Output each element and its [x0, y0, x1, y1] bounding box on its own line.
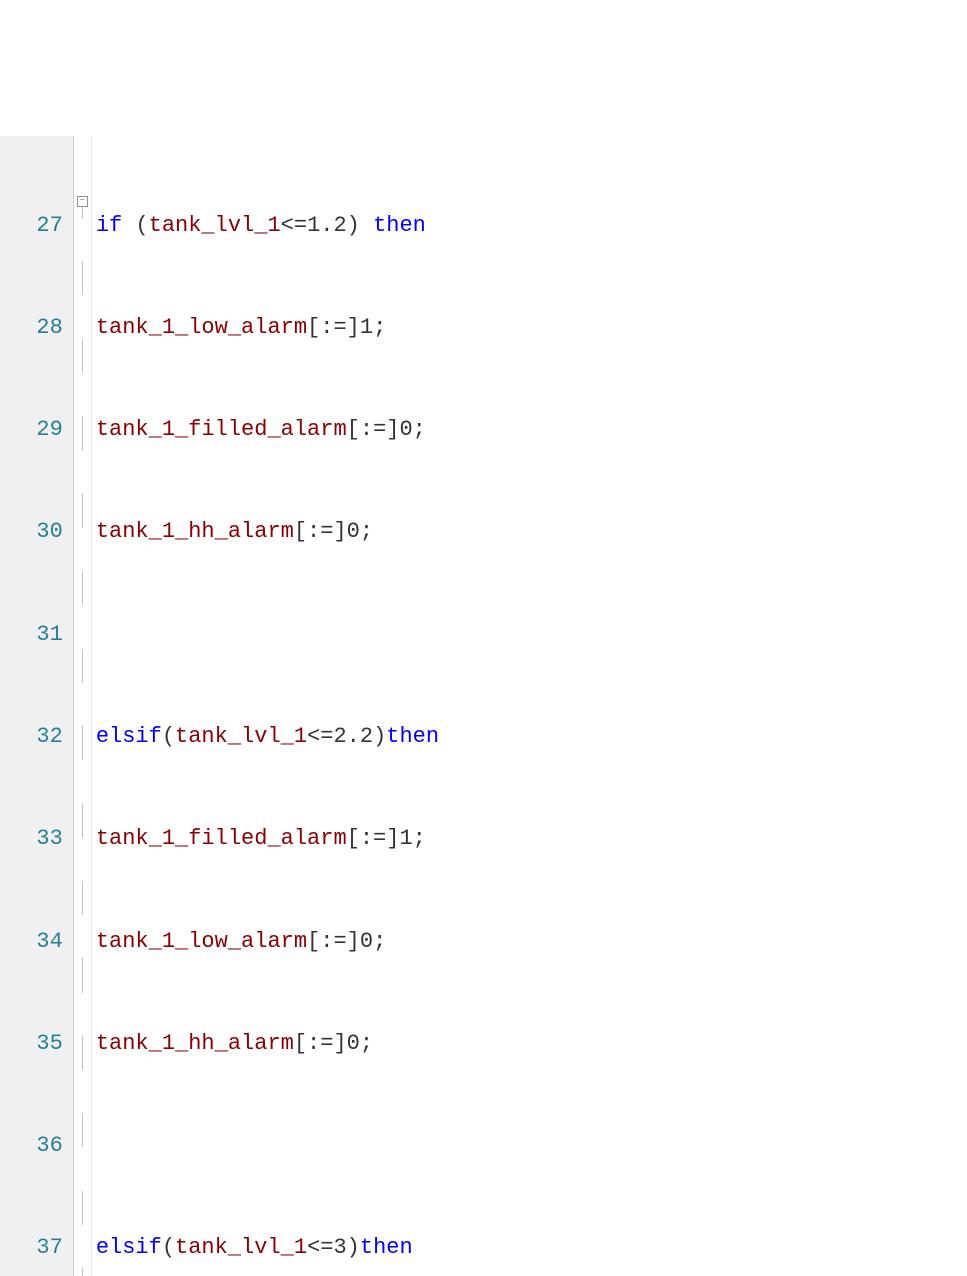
line-number: 31	[10, 618, 63, 652]
code-line[interactable]	[96, 1129, 835, 1163]
code-line[interactable]: tank_1_filled_alarm[:=]1;	[96, 822, 835, 856]
line-number: 29	[10, 413, 63, 447]
keyword-then: then	[360, 1235, 413, 1260]
code-editor[interactable]: 27 28 29 30 31 32 33 34 35 36 37 38 39 4…	[0, 136, 967, 1276]
fold-guide	[74, 494, 91, 528]
fold-guide	[74, 261, 91, 295]
code-line[interactable]: tank_1_hh_alarm[:=]0;	[96, 515, 835, 549]
fold-guide	[74, 1268, 91, 1276]
line-number: 30	[10, 515, 63, 549]
fold-toggle[interactable]: −	[74, 184, 91, 218]
keyword-elsif: elsif	[96, 724, 162, 749]
keyword-then: then	[373, 213, 426, 238]
fold-guide	[74, 1036, 91, 1070]
fold-guide	[74, 881, 91, 915]
identifier: tank_lvl_1	[175, 724, 307, 749]
fold-guide	[74, 416, 91, 450]
fold-guide	[74, 1191, 91, 1225]
line-number: 36	[10, 1129, 63, 1163]
line-number: 33	[10, 822, 63, 856]
line-number: 32	[10, 720, 63, 754]
fold-guide	[74, 1113, 91, 1147]
fold-guide	[74, 571, 91, 605]
code-line[interactable]: elsif(tank_lvl_1<=2.2)then	[96, 720, 835, 754]
fold-guide	[74, 339, 91, 373]
line-number: 28	[10, 311, 63, 345]
identifier: tank_1_low_alarm	[96, 929, 307, 954]
fold-guide	[74, 726, 91, 760]
fold-guide	[74, 649, 91, 683]
code-line[interactable]: tank_1_low_alarm[:=]0;	[96, 925, 835, 959]
identifier: tank_1_filled_alarm	[96, 826, 347, 851]
code-line[interactable]: if (tank_lvl_1<=1.2) then	[96, 209, 835, 243]
code-line[interactable]: tank_1_filled_alarm[:=]0;	[96, 413, 835, 447]
code-line[interactable]: elsif(tank_lvl_1<=3)then	[96, 1231, 835, 1265]
line-number: 34	[10, 925, 63, 959]
line-number: 35	[10, 1027, 63, 1061]
keyword-elsif: elsif	[96, 1235, 162, 1260]
code-line[interactable]: tank_1_hh_alarm[:=]0;	[96, 1027, 835, 1061]
code-line[interactable]: tank_1_low_alarm[:=]1;	[96, 311, 835, 345]
identifier: tank_1_hh_alarm	[96, 519, 294, 544]
fold-guide	[74, 804, 91, 838]
identifier: tank_lvl_1	[149, 213, 281, 238]
identifier: tank_1_hh_alarm	[96, 1031, 294, 1056]
line-number-gutter: 27 28 29 30 31 32 33 34 35 36 37 38 39 4…	[0, 136, 74, 1276]
code-area[interactable]: if (tank_lvl_1<=1.2) then tank_1_low_ala…	[92, 136, 835, 1276]
line-number: 27	[10, 209, 63, 243]
line-number: 37	[10, 1231, 63, 1265]
keyword-then: then	[386, 724, 439, 749]
collapse-icon: −	[77, 196, 88, 207]
fold-gutter: −	[74, 136, 92, 1276]
code-line[interactable]	[96, 618, 835, 652]
identifier: tank_1_filled_alarm	[96, 417, 347, 442]
keyword-if: if	[96, 213, 122, 238]
identifier: tank_1_low_alarm	[96, 315, 307, 340]
identifier: tank_lvl_1	[175, 1235, 307, 1260]
fold-guide	[74, 958, 91, 992]
